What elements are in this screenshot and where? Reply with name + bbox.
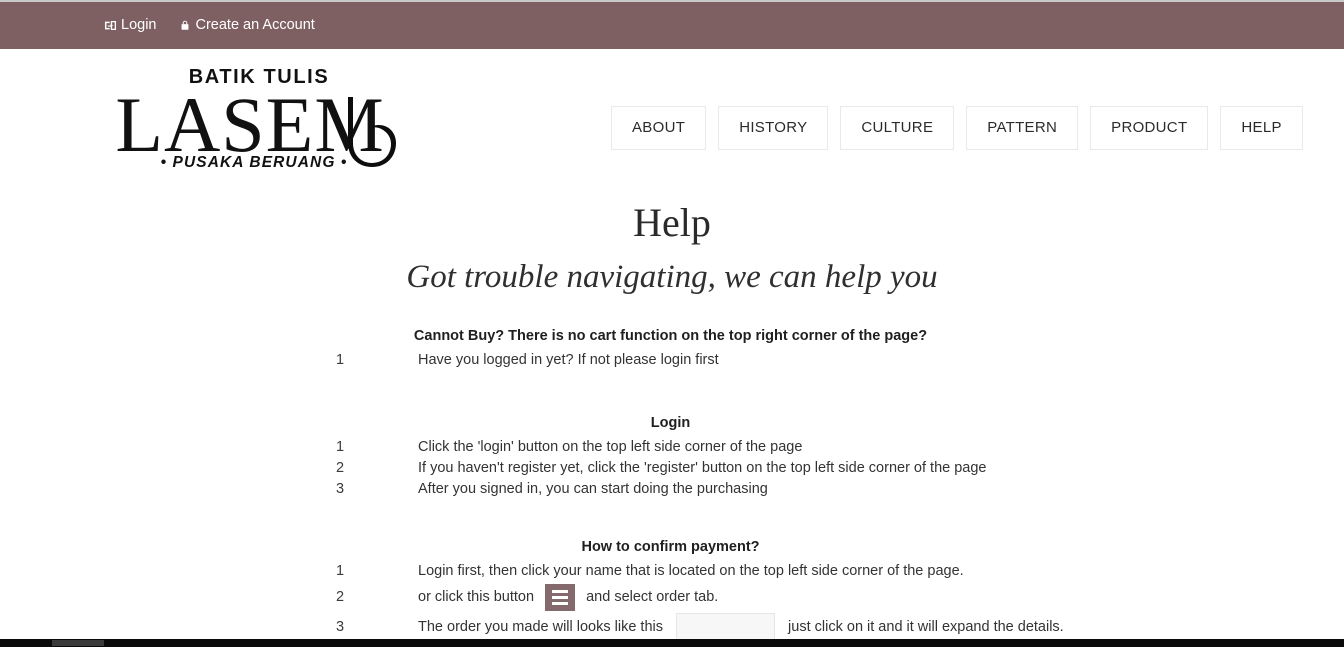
horizontal-scrollbar[interactable] [0,639,1344,647]
hamburger-menu-icon[interactable] [545,583,576,611]
faq-item: 2 If you haven't register yet, click the… [336,458,1344,479]
page-root: Login Create an Account BATIK TULIS LASE… [0,0,1344,647]
faq-section-heading: How to confirm payment? [581,539,760,556]
hamburger-bar [552,595,569,599]
nav-item-pattern[interactable]: PATTERN [966,106,1079,150]
create-account-link-label: Create an Account [195,17,315,34]
faq-list: Cannot Buy? There is no cart function on… [0,328,1344,647]
page-title: Help [633,200,711,245]
nav-item-label: HISTORY [739,119,808,136]
site-header: BATIK TULIS LASEM • PUSAKA BERUANG • ABO… [0,49,1344,184]
nav-item-history[interactable]: HISTORY [718,106,829,150]
faq-section-heading: Cannot Buy? There is no cart function on… [413,328,928,344]
create-account-link[interactable]: Create an Account [178,17,315,34]
faq-item-number: 2 [336,459,345,476]
faq-item-number: 1 [336,352,345,369]
faq-item: 2 or click this button and select order … [336,582,1344,612]
faq-item-text: Login first, then click your name that i… [418,563,964,580]
logo-swash-icon [342,95,402,171]
main-navigation: ABOUT HISTORY CULTURE PATTERN PRODUCT HE… [611,106,1303,150]
sign-in-icon [104,19,117,33]
order-card-example[interactable]: Order # 8 Ordered on 2016-06-12 [676,612,776,642]
faq-item: 1 Login first, then click your name that… [336,561,1344,582]
hamburger-bar [552,589,569,593]
nav-item-about[interactable]: ABOUT [611,106,707,150]
nav-item-culture[interactable]: CULTURE [840,106,955,150]
login-link[interactable]: Login [104,18,156,33]
faq-section-login: Login 1 Click the 'login' button on the … [336,415,1344,499]
faq-item-number: 2 [336,588,345,605]
faq-item-number: 1 [336,563,345,580]
faq-section-heading: Login [650,414,691,431]
faq-item-text: or click this button and select order ta… [418,583,719,611]
nav-item-label: PRODUCT [1111,119,1188,136]
nav-item-label: ABOUT [632,119,686,136]
faq-item-number: 1 [336,439,345,456]
login-link-label: Login [121,17,157,34]
faq-item: 1 Click the 'login' button on the top le… [336,437,1344,458]
faq-item-text-before: The order you made will looks like this [418,618,668,635]
faq-item-text-after: just click on it and it will expand the … [784,618,1064,635]
faq-item: 3 After you signed in, you can start doi… [336,479,1344,500]
faq-item-number: 3 [336,480,345,497]
nav-item-help[interactable]: HELP [1220,106,1303,150]
horizontal-scrollbar-thumb[interactable] [52,640,104,646]
nav-item-label: CULTURE [861,119,934,136]
faq-item-text-before: or click this button [418,588,539,605]
top-utility-bar: Login Create an Account [0,0,1344,49]
help-content: Help Got trouble navigating, we can help… [0,184,1344,647]
faq-section-cannot-buy: Cannot Buy? There is no cart function on… [336,328,1344,371]
hamburger-bar [552,601,569,605]
faq-item-text: Click the 'login' button on the top left… [418,439,803,456]
top-utility-links: Login Create an Account [0,18,315,33]
faq-item-text: After you signed in, you can start doing… [418,480,768,497]
nav-item-label: PATTERN [987,119,1058,136]
page-subtitle: Got trouble navigating, we can help you [406,259,938,295]
faq-item-text: The order you made will looks like this … [418,612,1064,642]
site-logo[interactable]: BATIK TULIS LASEM • PUSAKA BERUANG • [100,67,400,170]
faq-item: 1 Have you logged in yet? If not please … [336,350,1344,371]
logo-line-lasem: LASEM [100,86,400,167]
nav-item-product[interactable]: PRODUCT [1090,106,1209,150]
faq-item-text-after: and select order tab. [582,588,719,605]
nav-item-label: HELP [1241,119,1282,136]
faq-item-text: If you haven't register yet, click the '… [418,459,987,476]
lock-icon [178,19,191,33]
faq-item: 3 The order you made will looks like thi… [336,612,1344,642]
faq-section-confirm-payment: How to confirm payment? 1 Login first, t… [336,539,1344,647]
faq-item-number: 3 [336,618,345,635]
faq-item-text: Have you logged in yet? If not please lo… [418,352,719,369]
